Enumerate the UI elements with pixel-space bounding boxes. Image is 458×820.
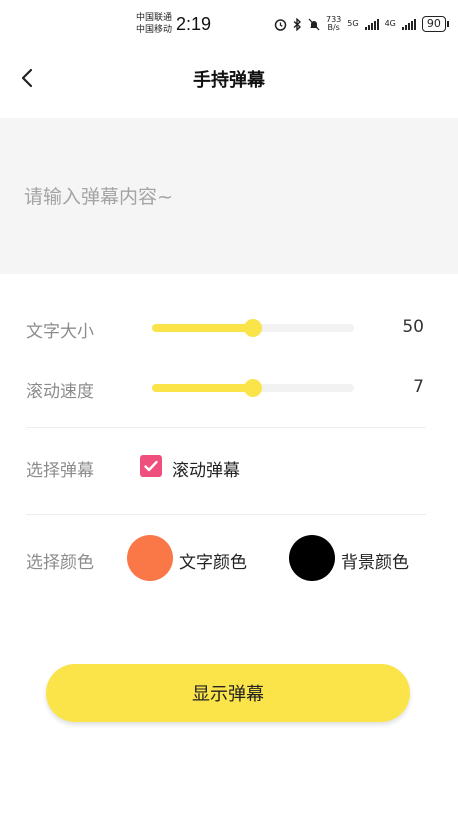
net-speed: 733 B/s <box>326 15 342 32</box>
signal-icon-1 <box>364 18 379 30</box>
text-color-swatch[interactable] <box>127 535 173 581</box>
font-size-row: 文字大小 50 <box>0 308 458 348</box>
slider-thumb[interactable] <box>244 379 262 397</box>
danmaku-text-input[interactable] <box>22 180 426 224</box>
scroll-speed-row: 滚动速度 7 <box>0 368 458 408</box>
slider-fill <box>152 384 253 392</box>
page-title: 手持弹幕 <box>193 70 265 91</box>
font-size-label: 文字大小 <box>26 322 94 342</box>
battery-icon: 90 <box>421 16 449 32</box>
carrier-2: 中国移动 <box>136 25 173 35</box>
slider-fill <box>152 324 253 332</box>
divider <box>26 427 426 428</box>
app-header: 手持弹幕 <box>0 52 458 104</box>
divider <box>26 514 426 515</box>
signal-icon-2 <box>401 18 416 30</box>
background-color-swatch[interactable] <box>289 535 335 581</box>
font-size-value: 50 <box>402 317 424 337</box>
text-color-label[interactable]: 文字颜色 <box>179 548 247 573</box>
alarm-icon <box>274 18 287 31</box>
color-select-label: 选择颜色 <box>26 553 94 573</box>
mute-icon <box>308 18 320 30</box>
danmaku-type-label: 选择弹幕 <box>26 461 94 481</box>
scroll-speed-label: 滚动速度 <box>26 382 94 402</box>
network-5g-label: 5G <box>347 19 359 28</box>
scroll-speed-value: 7 <box>413 377 424 397</box>
status-time: 2:19 <box>176 14 212 34</box>
checkmark-icon <box>144 460 158 472</box>
bluetooth-icon <box>293 17 302 31</box>
status-bar: 中国联通 中国移动 2:19 733 B/s 5G 4G 90 <box>0 0 458 50</box>
carrier-info: 中国联通 中国移动 <box>136 12 172 36</box>
background-color-label[interactable]: 背景颜色 <box>341 548 409 573</box>
network-4g-label: 4G <box>384 19 396 28</box>
status-icons: 733 B/s 5G 4G 90 <box>274 15 449 32</box>
danmaku-input-area <box>0 118 458 274</box>
scroll-speed-slider[interactable] <box>152 379 354 397</box>
scroll-danmaku-option-label[interactable]: 滚动弹幕 <box>172 456 240 481</box>
slider-thumb[interactable] <box>244 319 262 337</box>
show-danmaku-button[interactable]: 显示弹幕 <box>46 664 410 722</box>
font-size-slider[interactable] <box>152 319 354 337</box>
carrier-1: 中国联通 <box>136 13 173 23</box>
scroll-danmaku-checkbox[interactable] <box>140 455 162 477</box>
